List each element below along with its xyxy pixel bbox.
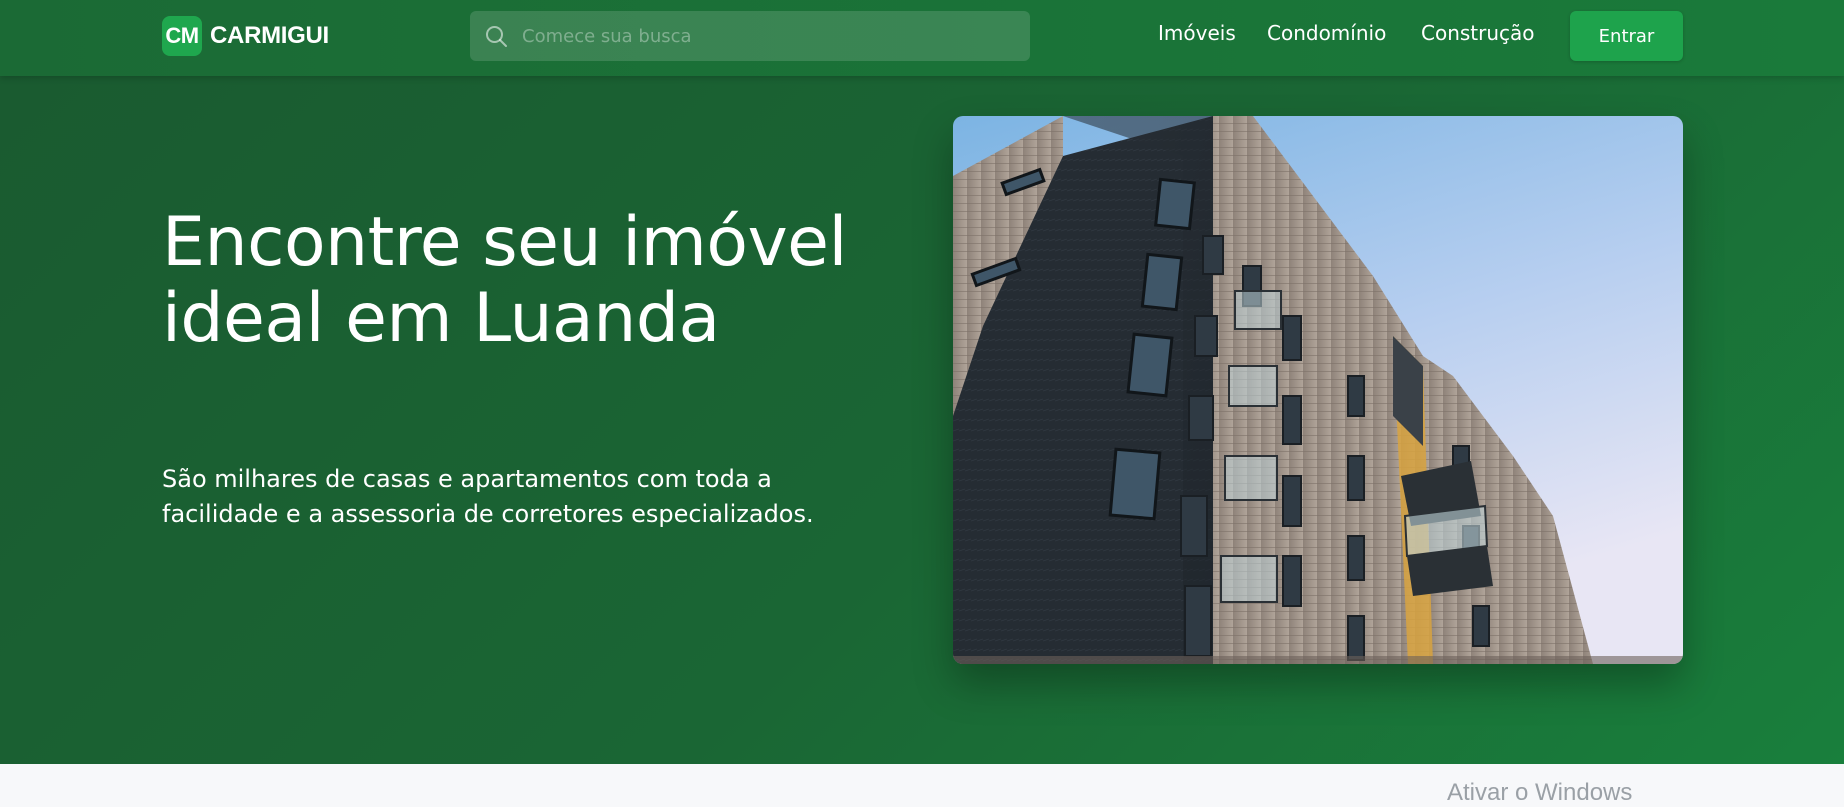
- nav-link-condominio[interactable]: Condomínio: [1267, 21, 1386, 45]
- search-icon[interactable]: [484, 24, 508, 48]
- login-button[interactable]: Entrar: [1570, 11, 1683, 61]
- nav-link-construcao[interactable]: Construção: [1421, 21, 1535, 45]
- nav-link-imoveis[interactable]: Imóveis: [1158, 21, 1236, 45]
- hero-building-image: [953, 116, 1683, 664]
- building-illustration: [953, 116, 1683, 664]
- brand-name: CARMIGUI: [210, 22, 329, 49]
- hero-subtitle: São milhares de casas e apartamentos com…: [162, 465, 814, 528]
- top-navbar: CM CARMIGUI Imóveis Condomínio Construçã…: [0, 0, 1844, 76]
- windows-activation-watermark: Ativar o Windows: [1447, 779, 1633, 806]
- brand-mark: CM: [162, 16, 202, 56]
- search-bar: [470, 11, 1030, 61]
- hero-title: Encontre seu imóvel ideal em Luanda: [162, 203, 847, 358]
- brand-logo[interactable]: CM CARMIGUI: [162, 16, 329, 56]
- search-input[interactable]: [520, 12, 1030, 60]
